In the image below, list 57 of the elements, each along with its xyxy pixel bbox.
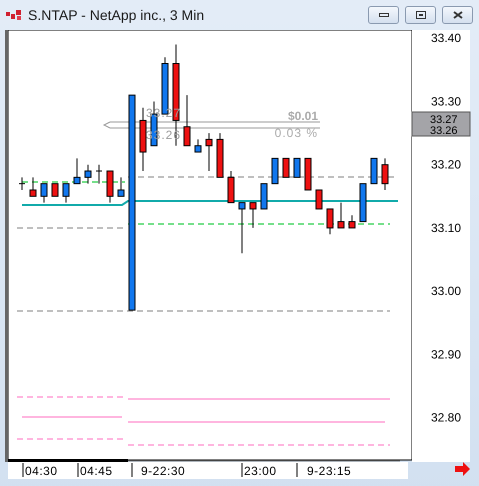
- close-button[interactable]: [442, 6, 473, 24]
- candlestick: [106, 170, 114, 204]
- price-label: 33.10: [431, 220, 462, 235]
- time-label: 9-22:30: [141, 464, 186, 478]
- time-label: 23:00: [244, 464, 277, 478]
- current-price: 33.26: [430, 125, 458, 137]
- candlestick: [216, 132, 224, 178]
- candlestick: [84, 164, 92, 184]
- candlestick: [382, 158, 388, 190]
- candlestick: [360, 183, 366, 222]
- price-label: 32.80: [431, 410, 462, 425]
- time-label: 04:30: [25, 464, 58, 478]
- candlestick: [184, 94, 190, 146]
- candlestick: [250, 202, 256, 228]
- candlestick: [228, 170, 234, 204]
- candlestick: [62, 183, 70, 204]
- price-label: 33.30: [431, 94, 462, 108]
- candlestick: [316, 189, 322, 210]
- candlestick: [118, 176, 124, 197]
- candlestick: [338, 202, 344, 228]
- price-label: 33.20: [431, 158, 462, 172]
- close-icon: [452, 11, 462, 19]
- time-label: 9-23:15: [307, 464, 352, 478]
- candlestick: [294, 158, 300, 178]
- candlestick: [40, 183, 48, 204]
- candlestick: [96, 164, 102, 184]
- candlestick: [30, 176, 36, 197]
- candlestick: [19, 176, 25, 190]
- price-change: $0.01: [288, 109, 318, 123]
- candlestick: [260, 183, 268, 210]
- window-title: S.NTAP - NetApp inc., 3 Min: [28, 7, 206, 23]
- current-price-marker: [412, 112, 470, 136]
- maximize-button[interactable]: [405, 6, 436, 24]
- minimize-button[interactable]: [368, 6, 399, 24]
- time-label: 04:45: [80, 464, 113, 478]
- app-logo-icon: [6, 9, 22, 21]
- candlestick: [370, 158, 378, 184]
- price-label: 33.40: [431, 31, 462, 46]
- candlestick: [194, 138, 202, 153]
- scroll-thumb[interactable]: [8, 459, 128, 462]
- candlestick: [52, 183, 58, 197]
- candlestick: [282, 158, 290, 178]
- minimize-icon: [378, 13, 388, 17]
- candlestick: [74, 158, 80, 184]
- candlestick: [326, 208, 334, 235]
- price-label: 33.00: [431, 284, 462, 298]
- percent-change: 0.03 %: [274, 126, 318, 140]
- candlestick: [272, 158, 278, 184]
- candlestick: [304, 158, 312, 190]
- price-label: 32.90: [431, 347, 462, 362]
- candlestick: [238, 202, 246, 254]
- candlestick: [206, 132, 212, 172]
- arrow-icon[interactable]: [455, 462, 470, 476]
- candlestick: [140, 107, 146, 172]
- current-price: 33.27: [430, 114, 458, 126]
- candlestick: [348, 214, 356, 228]
- restore-icon: [416, 11, 426, 19]
